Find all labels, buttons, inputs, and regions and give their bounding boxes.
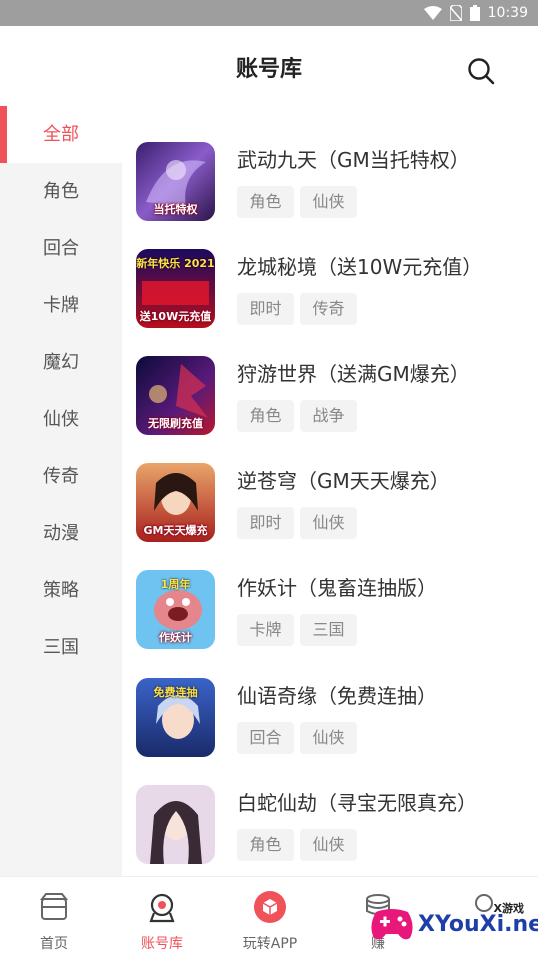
game-tag: 战争 [300, 400, 357, 432]
game-title: 作妖计（鬼畜连抽版） [237, 576, 437, 600]
game-thumbnail: 无限刷充值 [136, 356, 215, 435]
game-thumbnail: 1周年 作妖计 [136, 570, 215, 649]
game-tag: 即时 [237, 293, 294, 325]
nav-label: 赚 [371, 936, 385, 952]
search-icon [468, 58, 495, 85]
thumbnail-banner: 免费连抽 [153, 686, 198, 699]
list-item[interactable]: 当托特权 武动九天（GM当托特权） 角色 仙侠 [122, 142, 538, 238]
home-icon [39, 893, 69, 920]
thumbnail-caption: 当托特权 [153, 203, 198, 216]
no-sim-icon [449, 5, 462, 21]
thumbnail-banner: 新年快乐 2021 [136, 257, 215, 270]
game-thumbnail: GM天天爆充 [136, 463, 215, 542]
list-item[interactable]: 无限刷充值 狩游世界（送满GM爆充） 角色 战争 [122, 356, 538, 452]
sidebar-item-fantasy[interactable]: 魔幻 [0, 334, 122, 391]
sidebar-item-turn-based[interactable]: 回合 [0, 220, 122, 277]
sidebar-item-role[interactable]: 角色 [0, 163, 122, 220]
sidebar-item-xianxia[interactable]: 仙侠 [0, 391, 122, 448]
thumbnail-caption: GM天天爆充 [143, 524, 208, 537]
status-time: 10:39 [487, 5, 528, 21]
sidebar-item-legend[interactable]: 传奇 [0, 448, 122, 505]
header: 账号库 [0, 26, 538, 108]
category-sidebar: 全部 角色 回合 卡牌 魔幻 仙侠 传奇 动漫 策略 三国 [0, 106, 122, 876]
game-title: 龙城秘境（送10W元充值） [237, 255, 483, 279]
coins-icon [366, 894, 390, 915]
nav-play-app[interactable]: 玩转APP [216, 877, 324, 956]
nav-profile[interactable] [430, 877, 538, 956]
game-thumbnail: 免费连抽 [136, 678, 215, 757]
list-item[interactable]: 新年快乐 2021 送10W元充值 龙城秘境（送10W元充值） 即时 传奇 [122, 249, 538, 345]
thumbnail-caption: 作妖计 [159, 631, 192, 644]
game-tag: 仙侠 [300, 186, 357, 218]
nav-label: 账号库 [141, 936, 183, 952]
thumbnail-caption: 无限刷充值 [148, 417, 203, 430]
game-tag: 三国 [300, 614, 357, 646]
game-title: 仙语奇缘（免费连抽） [237, 684, 437, 708]
nav-earn[interactable]: 赚 [324, 877, 432, 956]
wifi-icon [423, 6, 442, 20]
game-thumbnail: 当托特权 [136, 142, 215, 221]
game-tag: 传奇 [300, 293, 357, 325]
game-title: 白蛇仙劫（寻宝无限真充） [237, 791, 477, 815]
search-button[interactable] [466, 56, 496, 86]
game-title: 狩游世界（送满GM爆充） [237, 362, 470, 386]
game-title: 武动九天（GM当托特权） [237, 148, 470, 172]
list-item[interactable]: 免费连抽 仙语奇缘（免费连抽） 回合 仙侠 [122, 678, 538, 774]
sidebar-item-all[interactable]: 全部 [0, 106, 122, 163]
game-tag: 仙侠 [300, 507, 357, 539]
nav-label: 首页 [40, 936, 68, 952]
thumbnail-caption: 送10W元充值 [139, 310, 212, 323]
sidebar-item-strategy[interactable]: 策略 [0, 562, 122, 619]
list-item[interactable]: 白蛇仙劫（寻宝无限真充） 角色 仙侠 [122, 785, 538, 876]
game-tag: 角色 [237, 186, 294, 218]
game-title: 逆苍穹（GM天天爆充） [237, 469, 450, 493]
list-item[interactable]: 1周年 作妖计 作妖计（鬼畜连抽版） 卡牌 三国 [122, 570, 538, 666]
game-tag: 卡牌 [237, 614, 294, 646]
game-list: 当托特权 武动九天（GM当托特权） 角色 仙侠 新年快乐 2021 送10W元充… [122, 106, 538, 876]
game-tag: 角色 [237, 829, 294, 861]
battery-icon [469, 5, 480, 21]
sidebar-item-three-kingdoms[interactable]: 三国 [0, 619, 122, 676]
sidebar-item-anime[interactable]: 动漫 [0, 505, 122, 562]
game-thumbnail [136, 785, 215, 864]
play-app-icon [254, 891, 286, 923]
game-tag: 仙侠 [300, 722, 357, 754]
nav-label: 玩转APP [242, 936, 298, 952]
sidebar-item-card[interactable]: 卡牌 [0, 277, 122, 334]
nav-home[interactable]: 首页 [0, 877, 108, 956]
profile-icon [475, 894, 493, 912]
game-tag: 回合 [237, 722, 294, 754]
list-item[interactable]: GM天天爆充 逆苍穹（GM天天爆充） 即时 仙侠 [122, 463, 538, 559]
bottom-nav: 首页 账号库 玩转APP 赚 [0, 876, 538, 956]
thumbnail-banner: 1周年 [160, 578, 191, 591]
account-library-icon [149, 893, 175, 923]
game-tag: 角色 [237, 400, 294, 432]
nav-account-library[interactable]: 账号库 [108, 877, 216, 956]
page-title: 账号库 [235, 57, 302, 82]
game-tag: 即时 [237, 507, 294, 539]
game-tag: 仙侠 [300, 829, 357, 861]
game-thumbnail: 新年快乐 2021 送10W元充值 [136, 249, 215, 328]
status-bar: 10:39 [0, 0, 538, 26]
